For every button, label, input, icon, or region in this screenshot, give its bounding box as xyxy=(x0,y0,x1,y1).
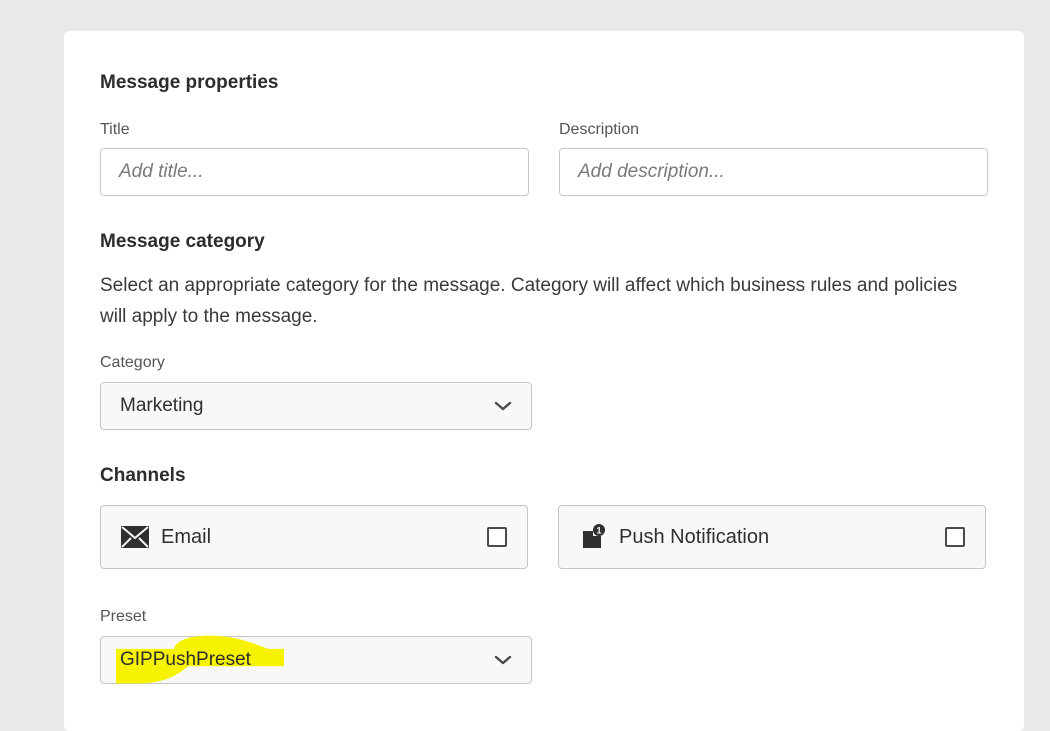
push-notification-icon: 1 xyxy=(579,523,607,551)
category-select[interactable]: Marketing xyxy=(100,382,532,430)
category-label: Category xyxy=(100,354,165,371)
chevron-down-icon xyxy=(494,397,512,415)
preset-value: GIPPushPreset xyxy=(120,649,251,670)
title-input[interactable]: Add title... xyxy=(100,148,529,196)
message-category-heading: Message category xyxy=(100,231,265,252)
channel-email-label: Email xyxy=(161,525,212,548)
channel-email[interactable]: Email xyxy=(100,505,528,569)
description-placeholder: Add description... xyxy=(578,161,725,182)
category-value: Marketing xyxy=(120,395,204,416)
description-label: Description xyxy=(559,121,640,138)
message-card: Message properties Title Add title... De… xyxy=(64,31,1024,731)
channels-heading: Channels xyxy=(100,465,186,486)
push-notification-checkbox[interactable] xyxy=(945,527,965,547)
channel-push-notification[interactable]: 1 Push Notification xyxy=(558,505,986,569)
preset-label: Preset xyxy=(100,608,147,625)
channel-push-label: Push Notification xyxy=(619,525,770,548)
description-input[interactable]: Add description... xyxy=(559,148,988,196)
category-description: Select an appropriate category for the m… xyxy=(100,275,958,327)
title-label: Title xyxy=(100,121,130,138)
envelope-icon xyxy=(121,523,149,551)
chevron-down-icon xyxy=(494,651,512,669)
push-badge-text: 1 xyxy=(596,526,601,536)
title-placeholder: Add title... xyxy=(119,161,204,182)
email-checkbox[interactable] xyxy=(487,527,507,547)
preset-value-wrapper: GIPPushPreset xyxy=(116,635,284,684)
message-properties-heading: Message properties xyxy=(100,72,279,93)
preset-select[interactable]: GIPPushPreset xyxy=(100,635,532,684)
